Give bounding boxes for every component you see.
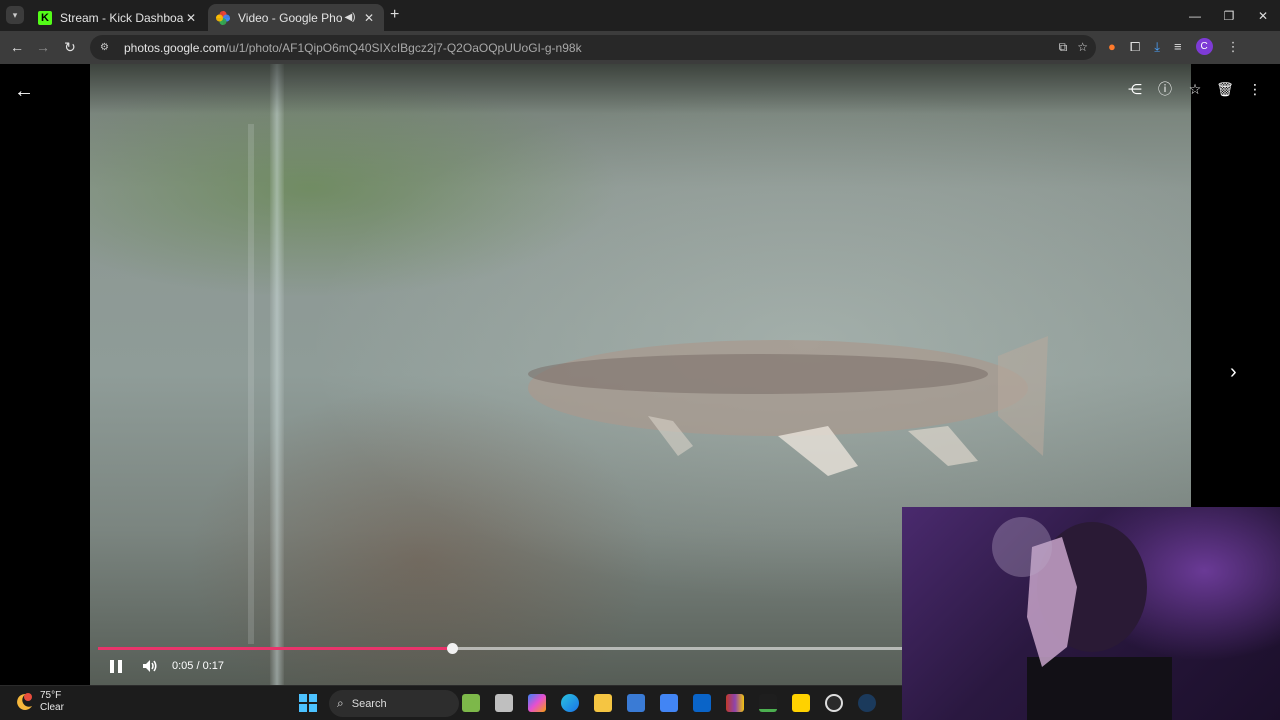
- share-icon[interactable]: ⋲: [1126, 80, 1144, 98]
- obs-icon[interactable]: [825, 694, 843, 712]
- fish-image: [528, 336, 1048, 476]
- moon-weather-icon: [14, 692, 34, 712]
- copilot-icon[interactable]: [528, 694, 546, 712]
- url-path: /u/1/photo/AF1QipO6mQ40SIXcIBgcz2j7-Q2Oa…: [225, 40, 582, 55]
- windows-start-icon[interactable]: [299, 694, 317, 712]
- restore-icon[interactable]: ❐: [1212, 0, 1246, 31]
- search-icon: ⌕: [337, 696, 344, 710]
- back-arrow-icon[interactable]: ←: [8, 38, 26, 56]
- tab-title: Video - Google Photos: [238, 10, 342, 25]
- outlook-icon[interactable]: [693, 694, 711, 712]
- next-chevron-icon[interactable]: ›: [1230, 361, 1237, 384]
- bookmark-star-icon[interactable]: ☆: [1077, 40, 1088, 55]
- extension-fox-icon[interactable]: ●: [1108, 39, 1116, 54]
- window-close-icon[interactable]: ✕: [1246, 0, 1280, 31]
- close-icon[interactable]: ✕: [184, 11, 198, 25]
- tab-search-button[interactable]: ▾: [6, 6, 24, 24]
- info-icon[interactable]: ⓘ: [1156, 80, 1174, 98]
- microsoft-store-icon[interactable]: [627, 694, 645, 712]
- file-explorer-icon[interactable]: [594, 694, 612, 712]
- profile-avatar[interactable]: C: [1195, 38, 1213, 55]
- bamboo-app-icon[interactable]: [462, 694, 480, 712]
- stocks-icon[interactable]: [759, 694, 777, 712]
- open-in-app-icon[interactable]: ⧉: [1059, 40, 1068, 55]
- winrar-icon[interactable]: [726, 694, 744, 712]
- webcam-overlay: [902, 507, 1280, 720]
- time-display: 0:05 / 0:17: [172, 660, 224, 672]
- volume-icon[interactable]: [142, 658, 160, 674]
- task-view-icon[interactable]: [495, 694, 513, 712]
- weather-temp: 75°F: [40, 690, 62, 701]
- weather-widget[interactable]: 75°F Clear: [14, 690, 64, 714]
- google-photos-icon: [216, 10, 230, 25]
- back-arrow-icon[interactable]: ←: [14, 80, 34, 103]
- menu-kebab-icon[interactable]: ⋮: [1227, 39, 1240, 55]
- new-tab-plus-icon[interactable]: +: [390, 6, 399, 24]
- steam-icon[interactable]: [858, 694, 876, 712]
- tab-kick-dashboard[interactable]: K Stream - Kick Dashboard ✕: [30, 4, 206, 31]
- url-host: photos.google.com: [124, 40, 226, 55]
- docs-icon[interactable]: [660, 694, 678, 712]
- minimize-icon[interactable]: —: [1178, 0, 1212, 31]
- tab-google-photos[interactable]: Video - Google Photos ◀) ✕: [208, 4, 384, 31]
- ex-app-icon[interactable]: [792, 694, 810, 712]
- download-icon[interactable]: ⤓: [1154, 39, 1160, 55]
- speaker-icon[interactable]: ◀): [342, 12, 358, 23]
- reload-icon[interactable]: ↻: [61, 38, 79, 56]
- extensions-puzzle-icon[interactable]: ⧠: [1130, 39, 1140, 55]
- streamer-webcam-image: [992, 517, 1172, 720]
- windows-taskbar: 75°F Clear ⌕ Search: [0, 685, 902, 720]
- forward-arrow-icon[interactable]: →: [34, 38, 52, 56]
- chevron-down-icon: ▾: [12, 9, 18, 20]
- favorite-star-icon[interactable]: ☆: [1186, 80, 1204, 98]
- edge-icon[interactable]: [561, 694, 579, 712]
- taskbar-search[interactable]: ⌕ Search: [329, 690, 459, 717]
- tab-title: Stream - Kick Dashboard: [60, 10, 184, 25]
- kick-icon: K: [38, 10, 52, 25]
- close-icon[interactable]: ✕: [362, 11, 376, 25]
- weather-desc: Clear: [40, 702, 64, 713]
- search-label: Search: [351, 697, 387, 710]
- more-options-icon[interactable]: ⋮: [1246, 80, 1264, 98]
- browser-toolbar: ← → ↻ ⚙ photos.google.com/u/1/photo/AF1Q…: [0, 31, 1280, 64]
- media-control-icon[interactable]: ≡: [1174, 39, 1182, 54]
- tab-strip: ▾ K Stream - Kick Dashboard ✕ Video - Go…: [0, 0, 1280, 31]
- seek-progress: [98, 647, 453, 650]
- address-bar[interactable]: ⚙ photos.google.com/u/1/photo/AF1QipO6mQ…: [90, 35, 1096, 60]
- pause-button[interactable]: [108, 658, 124, 674]
- site-settings-icon[interactable]: ⚙: [100, 42, 114, 53]
- trash-icon[interactable]: 🗑: [1216, 80, 1234, 98]
